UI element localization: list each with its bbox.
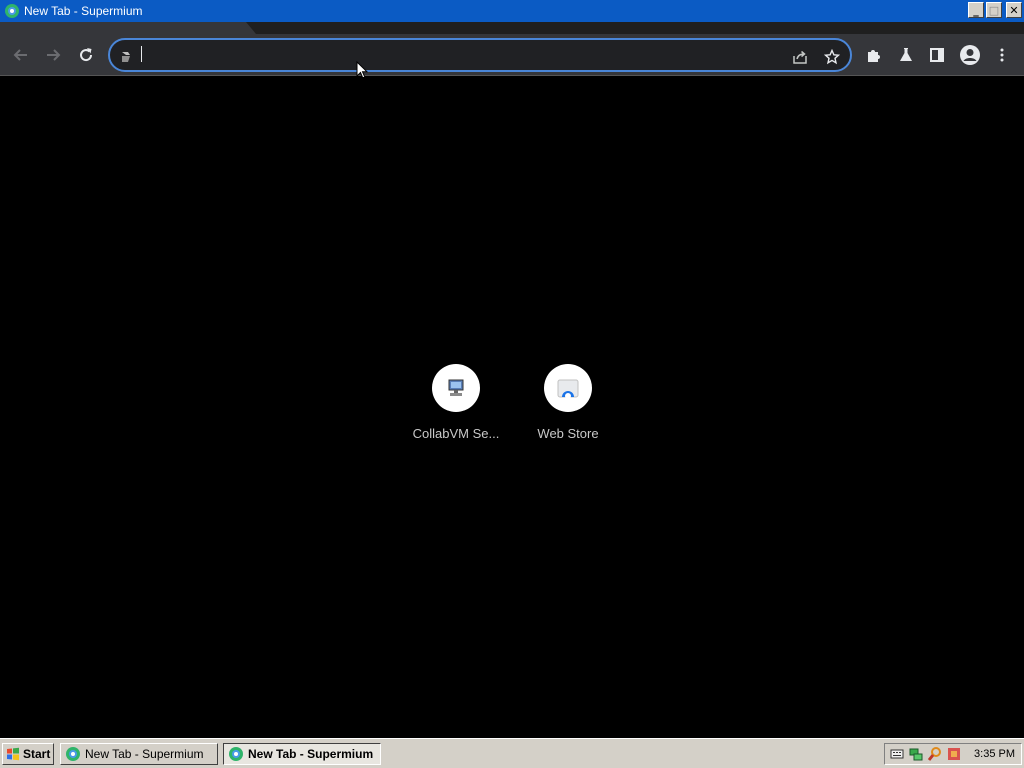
profile-icon xyxy=(960,45,980,65)
menu-icon xyxy=(1000,48,1004,62)
browser-toolbar xyxy=(0,34,1024,76)
forward-icon xyxy=(47,49,61,61)
window-titlebar[interactable]: New Tab - Supermium _ □ ✕ xyxy=(0,0,1024,22)
tab-strip xyxy=(0,22,1024,34)
bookmark-star-icon[interactable] xyxy=(822,47,842,67)
shortcut-web-store[interactable]: Web Store xyxy=(512,364,624,456)
search-icon[interactable] xyxy=(927,746,943,762)
tab-new-tab[interactable] xyxy=(0,22,256,34)
taskbar-clock[interactable]: 3:35 PM xyxy=(974,748,1015,760)
windows-logo-icon xyxy=(7,747,19,761)
task-label: New Tab - Supermium xyxy=(85,747,204,761)
web-store-icon xyxy=(557,379,579,399)
profile-button[interactable] xyxy=(956,41,984,69)
labs-button[interactable] xyxy=(892,41,920,69)
shortcut-label: CollabVM Se... xyxy=(412,426,500,441)
menu-button[interactable] xyxy=(988,41,1016,69)
taskbar-item-new-tab-1[interactable]: New Tab - Supermium xyxy=(60,743,218,765)
window-controls: _ □ ✕ xyxy=(968,2,1022,18)
omnibox[interactable] xyxy=(108,38,852,72)
extensions-icon xyxy=(868,50,880,62)
side-panel-button[interactable] xyxy=(923,41,951,69)
forward-button[interactable] xyxy=(39,41,67,69)
shortcut-collabvm[interactable]: CollabVM Se... xyxy=(400,364,512,456)
back-button[interactable] xyxy=(7,41,35,69)
maximize-button[interactable]: □ xyxy=(986,2,1002,18)
supermium-logo-icon xyxy=(229,747,243,761)
app-icon[interactable] xyxy=(946,746,962,762)
side-panel-icon xyxy=(930,48,944,62)
start-label: Start xyxy=(23,747,51,761)
text-caret xyxy=(141,46,142,62)
taskbar-item-new-tab-2[interactable]: New Tab - Supermium xyxy=(223,743,381,765)
shortcut-tile xyxy=(544,364,592,412)
collabvm-icon xyxy=(448,379,464,396)
task-label: New Tab - Supermium xyxy=(248,747,374,761)
extensions-button[interactable] xyxy=(860,41,888,69)
network-icon[interactable] xyxy=(908,746,924,762)
share-icon[interactable] xyxy=(790,47,810,67)
window-title: New Tab - Supermium xyxy=(24,4,143,18)
reload-icon xyxy=(80,48,93,62)
back-icon xyxy=(13,49,27,61)
labs-icon xyxy=(900,48,912,61)
new-tab-page: CollabVM Se... Web Store xyxy=(0,77,1024,738)
site-info-icon[interactable] xyxy=(116,47,136,67)
supermium-logo-icon xyxy=(4,3,20,19)
taskbar: Start New Tab - Supermium New Tab - Supe… xyxy=(0,738,1024,768)
minimize-button[interactable]: _ xyxy=(968,2,984,18)
supermium-logo-icon xyxy=(66,747,80,761)
shortcut-tile xyxy=(432,364,480,412)
address-input[interactable] xyxy=(142,46,782,66)
start-button[interactable]: Start xyxy=(2,743,54,765)
close-button[interactable]: ✕ xyxy=(1006,2,1022,18)
screen: New Tab - Supermium _ □ ✕ CollabVM Se...… xyxy=(0,0,1024,768)
shortcut-label: Web Store xyxy=(537,426,599,441)
keyboard-icon[interactable] xyxy=(889,746,905,762)
system-tray: 3:35 PM xyxy=(884,743,1022,765)
reload-button[interactable] xyxy=(72,41,100,69)
